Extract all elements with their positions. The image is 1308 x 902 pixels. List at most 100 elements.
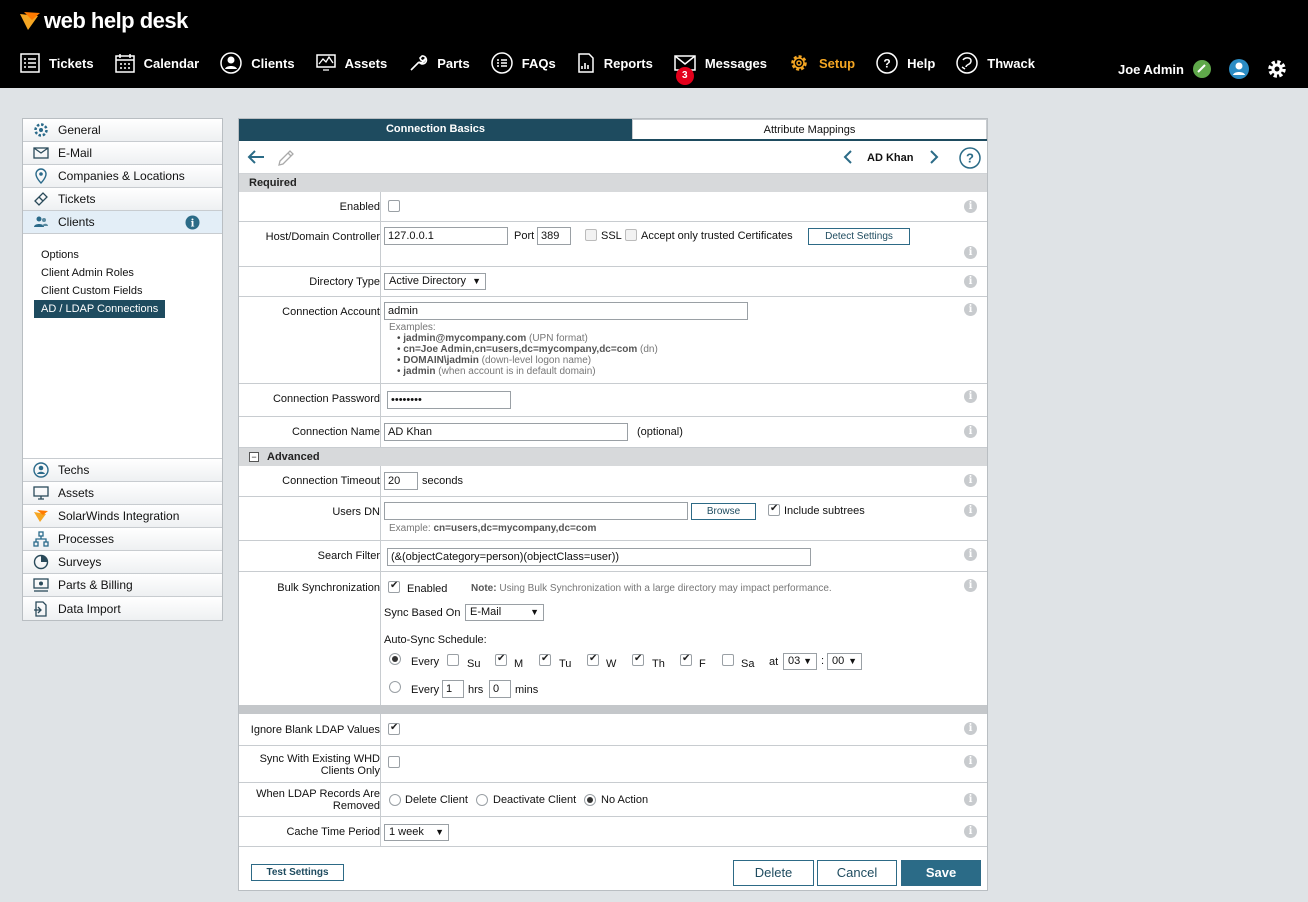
submenu-client-admin-roles[interactable]: Client Admin Roles bbox=[23, 264, 222, 282]
tab-connection-basics[interactable]: Connection Basics bbox=[239, 119, 632, 139]
interval-mins-input[interactable]: 0 bbox=[489, 680, 511, 698]
save-button[interactable]: Save bbox=[901, 860, 981, 886]
help-icon[interactable]: ? bbox=[959, 147, 981, 169]
nav-help[interactable]: ? Help bbox=[876, 50, 935, 76]
form-footer: Test Settings Delete Cancel Save bbox=[239, 856, 987, 890]
submenu-ad-ldap-connections[interactable]: AD / LDAP Connections bbox=[23, 300, 222, 318]
info-icon[interactable]: i bbox=[964, 825, 977, 838]
back-arrow-icon[interactable] bbox=[247, 149, 265, 165]
deactivate-client-radio[interactable] bbox=[476, 794, 488, 806]
info-icon[interactable]: i bbox=[964, 275, 977, 288]
enabled-checkbox[interactable] bbox=[388, 200, 400, 212]
info-icon[interactable]: i bbox=[964, 793, 977, 806]
profile-icon[interactable] bbox=[1228, 58, 1250, 80]
minute-select[interactable]: 00 bbox=[827, 653, 862, 670]
port-input[interactable]: 389 bbox=[537, 227, 571, 245]
day-su-checkbox[interactable] bbox=[447, 654, 459, 666]
day-w-checkbox[interactable] bbox=[587, 653, 599, 666]
sidebar-item-companies[interactable]: Companies & Locations bbox=[23, 165, 222, 188]
day-tu-checkbox[interactable] bbox=[539, 653, 551, 666]
info-icon[interactable]: i bbox=[964, 474, 977, 487]
host-input[interactable]: 127.0.0.1 bbox=[384, 227, 508, 245]
nav-tickets[interactable]: Tickets bbox=[20, 50, 94, 76]
info-icon[interactable]: i bbox=[964, 246, 977, 259]
next-record-icon[interactable] bbox=[929, 150, 939, 164]
no-action-radio[interactable] bbox=[584, 794, 596, 806]
include-subtrees-checkbox[interactable] bbox=[768, 503, 780, 516]
nav-messages[interactable]: 3 Messages bbox=[674, 50, 767, 85]
info-icon[interactable]: i bbox=[964, 722, 977, 735]
account-input[interactable]: admin bbox=[384, 302, 748, 320]
delete-client-radio[interactable] bbox=[389, 794, 401, 806]
nav-faqs[interactable]: FAQs bbox=[490, 50, 556, 76]
cache-period-select[interactable]: 1 week bbox=[384, 824, 449, 841]
nav-clients[interactable]: Clients bbox=[220, 50, 295, 76]
test-settings-button[interactable]: Test Settings bbox=[251, 864, 344, 881]
sidebar-item-tickets[interactable]: Tickets bbox=[23, 188, 222, 211]
delete-button[interactable]: Delete bbox=[733, 860, 814, 886]
user-name[interactable]: Joe Admin bbox=[1118, 62, 1184, 77]
previous-record-icon[interactable] bbox=[843, 150, 853, 164]
sidebar-item-general[interactable]: General bbox=[23, 119, 222, 142]
timeout-input[interactable]: 20 bbox=[384, 472, 418, 490]
tab-attribute-mappings[interactable]: Attribute Mappings bbox=[632, 119, 987, 139]
info-icon[interactable]: i bbox=[964, 390, 977, 403]
sync-existing-checkbox[interactable] bbox=[388, 756, 400, 768]
collapse-icon[interactable]: − bbox=[249, 452, 259, 462]
day-f-checkbox[interactable] bbox=[680, 653, 692, 666]
sidebar-item-surveys[interactable]: Surveys bbox=[23, 551, 222, 574]
section-advanced[interactable]: − Advanced bbox=[239, 448, 987, 466]
day-th-checkbox[interactable] bbox=[632, 653, 644, 666]
ignore-blank-checkbox[interactable] bbox=[388, 722, 400, 735]
edit-pencil-icon[interactable] bbox=[277, 149, 295, 167]
password-input[interactable]: •••••••• bbox=[387, 391, 511, 409]
sidebar-item-processes[interactable]: Processes bbox=[23, 528, 222, 551]
bulk-sync-enabled-checkbox[interactable] bbox=[388, 580, 400, 593]
submenu-options[interactable]: Options bbox=[23, 246, 222, 264]
trusted-certs-checkbox[interactable] bbox=[625, 229, 637, 241]
hour-select[interactable]: 03 bbox=[783, 653, 817, 670]
sync-based-on-select[interactable]: E-Mail bbox=[465, 604, 544, 621]
settings-gear-icon[interactable] bbox=[1266, 58, 1288, 80]
sidebar-item-label: Processes bbox=[58, 532, 115, 546]
day-m-checkbox[interactable] bbox=[495, 653, 507, 666]
info-icon[interactable]: i bbox=[964, 755, 977, 768]
nav-setup[interactable]: Setup bbox=[788, 50, 855, 76]
day-label: Su bbox=[467, 658, 481, 670]
app-logo[interactable]: web help desk bbox=[18, 8, 188, 34]
nav-calendar[interactable]: Calendar bbox=[114, 50, 199, 76]
nav-assets[interactable]: Assets bbox=[315, 50, 387, 76]
info-icon[interactable]: i bbox=[964, 504, 977, 517]
info-icon[interactable]: i bbox=[964, 425, 977, 438]
nav-thwack[interactable]: Thwack bbox=[956, 50, 1035, 76]
users-dn-input[interactable] bbox=[384, 502, 688, 520]
browse-button[interactable]: Browse bbox=[691, 503, 756, 520]
interval-hours-input[interactable]: 1 bbox=[442, 680, 464, 698]
sidebar-item-clients[interactable]: Clients i bbox=[23, 211, 222, 234]
day-sa-checkbox[interactable] bbox=[722, 654, 734, 666]
sidebar-item-parts-billing[interactable]: Parts & Billing bbox=[23, 574, 222, 597]
submenu-client-custom-fields[interactable]: Client Custom Fields bbox=[23, 282, 222, 300]
connection-name-input[interactable]: AD Khan bbox=[384, 423, 628, 441]
nav-parts[interactable]: Parts bbox=[408, 50, 470, 76]
nav-reports[interactable]: Reports bbox=[577, 50, 653, 76]
sidebar-item-assets[interactable]: Assets bbox=[23, 482, 222, 505]
cancel-button[interactable]: Cancel bbox=[817, 860, 897, 886]
detect-settings-button[interactable]: Detect Settings bbox=[808, 228, 910, 245]
ssl-checkbox[interactable] bbox=[585, 229, 597, 241]
info-icon[interactable]: i bbox=[964, 200, 977, 213]
directory-type-select[interactable]: Active Directory bbox=[384, 273, 486, 290]
field-label: Users DN bbox=[332, 506, 380, 518]
info-icon[interactable]: i bbox=[185, 215, 200, 230]
schedule-days-radio[interactable] bbox=[389, 653, 401, 665]
info-icon[interactable]: i bbox=[964, 579, 977, 592]
sidebar-item-solarwinds[interactable]: SolarWinds Integration bbox=[23, 505, 222, 528]
info-icon[interactable]: i bbox=[964, 303, 977, 316]
schedule-interval-radio[interactable] bbox=[389, 681, 401, 693]
status-icon[interactable] bbox=[1192, 59, 1212, 79]
sidebar-item-email[interactable]: E-Mail bbox=[23, 142, 222, 165]
sidebar-item-techs[interactable]: Techs bbox=[23, 459, 222, 482]
sidebar-item-data-import[interactable]: Data Import bbox=[23, 597, 222, 620]
info-icon[interactable]: i bbox=[964, 548, 977, 561]
search-filter-input[interactable]: (&(objectCategory=person)(objectClass=us… bbox=[387, 548, 811, 566]
